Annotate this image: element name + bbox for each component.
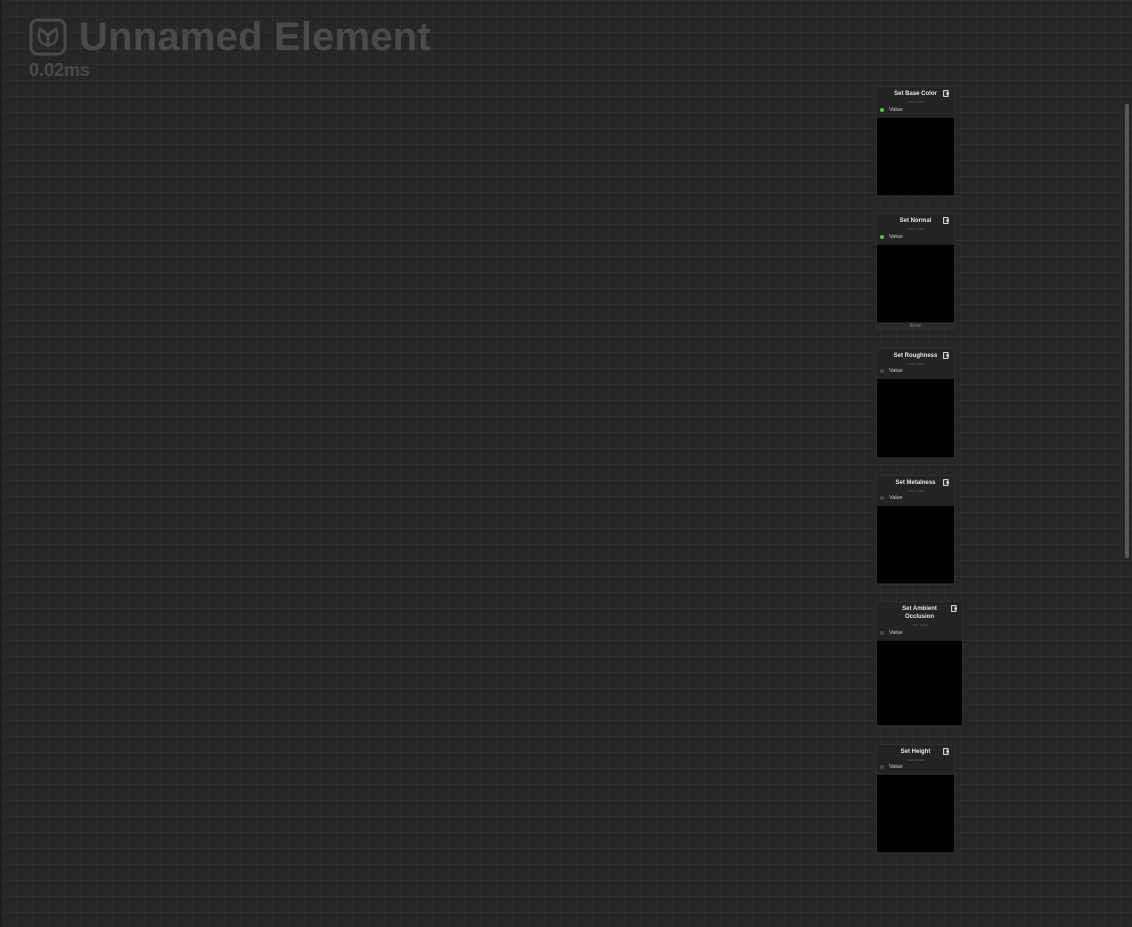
input-pin-value[interactable]: Value — [880, 368, 903, 374]
pin-label: Value — [889, 368, 903, 374]
node-preview — [877, 118, 954, 195]
pin-dot[interactable] — [880, 369, 884, 373]
graph-timing: 0.02ms — [29, 60, 91, 80]
output-icon[interactable] — [951, 605, 958, 612]
node-set-height[interactable]: Set Height 0.01 / 0.000 Value — [876, 744, 955, 854]
node-subtitle: 0.01 / 0.000 — [907, 362, 924, 366]
graph-canvas[interactable]: Unnamed Element 0.02ms Set Base Color 0.… — [0, 0, 1132, 927]
pin-label: Value — [889, 764, 903, 770]
output-icon[interactable] — [943, 90, 950, 97]
input-pin-value[interactable]: Value — [880, 107, 903, 113]
graph-header: Unnamed Element 0.02ms — [29, 16, 431, 80]
node-graph-logo-icon — [29, 18, 67, 56]
node-set-normal[interactable]: Set Normal 0.01 / 0.000 Value Error — [876, 213, 955, 330]
node-subtitle: 0.01 / 0.000 — [907, 227, 924, 231]
vertical-scrollbar[interactable] — [1125, 104, 1129, 558]
input-pin-value[interactable]: Value — [880, 764, 903, 770]
node-set-roughness[interactable]: Set Roughness 0.01 / 0.000 Value — [876, 348, 955, 459]
output-icon[interactable] — [943, 748, 950, 755]
node-error-footer: Error — [877, 323, 954, 329]
input-pin-value[interactable]: Value — [880, 234, 903, 240]
pin-dot[interactable] — [880, 765, 884, 769]
node-set-metalness[interactable]: Set Metalness 0.01 / 0.000 Value — [876, 475, 955, 585]
pin-label: Value — [889, 107, 903, 113]
pin-label: Value — [889, 630, 903, 636]
node-preview — [877, 506, 954, 583]
node-header[interactable]: Set Height 0.01 / 0.000 — [877, 745, 954, 775]
input-pin-value[interactable]: Value — [880, 495, 903, 501]
pin-dot[interactable] — [880, 631, 884, 635]
pin-dot[interactable] — [880, 108, 884, 112]
pin-dot[interactable] — [880, 235, 884, 239]
node-subtitle: 0.01 / 0.000 — [907, 100, 924, 104]
graph-title: Unnamed Element — [79, 15, 431, 59]
node-subtitle: 0.01 / 0.000 — [907, 758, 924, 762]
input-pin-value[interactable]: Value — [880, 630, 903, 636]
pin-dot[interactable] — [880, 496, 884, 500]
graph-title-row: Unnamed Element — [29, 16, 431, 58]
node-title: Set Ambient Occlusion — [902, 606, 937, 620]
output-icon[interactable] — [943, 352, 950, 359]
pin-label: Value — [889, 495, 903, 501]
node-preview — [877, 641, 962, 725]
pin-label: Value — [889, 234, 903, 240]
canvas-left-edge — [0, 0, 2, 927]
node-preview — [877, 775, 954, 852]
node-subtitle: 0.01 / 0.000 — [911, 623, 928, 627]
output-icon[interactable] — [943, 217, 950, 224]
node-set-base-color[interactable]: Set Base Color 0.01 / 0.000 Value — [876, 86, 955, 197]
node-preview — [877, 379, 954, 457]
output-icon[interactable] — [943, 479, 950, 486]
node-subtitle: 0.01 / 0.000 — [907, 489, 924, 493]
node-preview — [877, 245, 954, 322]
node-set-ambient-occlusion[interactable]: Set Ambient Occlusion 0.01 / 0.000 Value — [876, 601, 963, 727]
node-header[interactable]: Set Metalness 0.01 / 0.000 — [877, 476, 954, 506]
node-header[interactable]: Set Roughness 0.01 / 0.000 — [877, 349, 954, 379]
